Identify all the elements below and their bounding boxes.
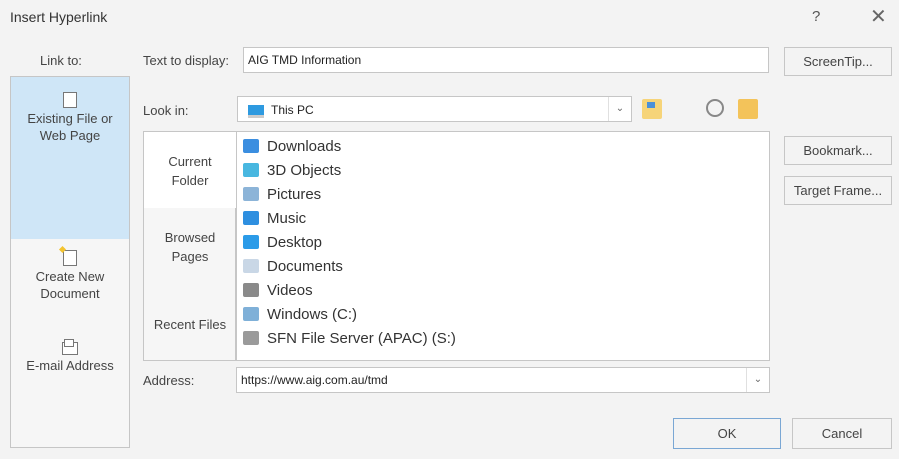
download-arrow-icon (243, 139, 259, 153)
sidebar-item-label: Existing File or Web Page (27, 111, 113, 143)
sidebar-item-label: Create New Document (35, 269, 105, 301)
tab-current-folder[interactable]: Current Folder (144, 132, 236, 208)
target-frame-button[interactable]: Target Frame... (784, 176, 892, 205)
view-tabs: Current Folder Browsed Pages Recent File… (143, 131, 236, 361)
file-name: 3D Objects (267, 161, 342, 179)
file-name: Downloads (267, 137, 342, 155)
file-name: Windows (C:) (267, 305, 358, 323)
web-page-icon (63, 92, 77, 108)
tab-label: Browsed Pages (164, 230, 216, 264)
list-item[interactable]: Videos (243, 278, 313, 302)
text-to-display-input[interactable]: AIG TMD Information (243, 47, 769, 73)
list-item[interactable]: Windows (C:) (243, 302, 357, 326)
help-button[interactable]: ? (812, 8, 820, 25)
tab-label: Recent Files (153, 317, 227, 332)
computer-icon (248, 105, 264, 118)
list-item[interactable]: Desktop (243, 230, 322, 254)
link-to-label: Link to: (40, 53, 82, 68)
music-note-icon (243, 211, 259, 225)
file-name: SFN File Server (APAC) (S:) (267, 329, 456, 347)
look-in-value: This PC (271, 103, 314, 117)
file-name: Videos (267, 281, 313, 299)
file-name: Documents (267, 257, 343, 275)
address-label: Address: (143, 373, 195, 388)
sidebar-item-create-new[interactable]: Create New Document (11, 250, 129, 320)
list-item[interactable]: Pictures (243, 182, 321, 206)
network-drive-icon (243, 331, 259, 345)
chevron-down-icon[interactable]: ⌄ (746, 368, 769, 392)
address-value: https://www.aig.com.au/tmd (241, 373, 388, 387)
film-icon (243, 283, 259, 297)
drive-icon (243, 307, 259, 321)
sidebar-item-existing-file[interactable]: Existing File or Web Page (11, 77, 129, 239)
list-item[interactable]: Downloads (243, 134, 341, 158)
tab-recent-files[interactable]: Recent Files (144, 315, 236, 345)
cube-icon (243, 163, 259, 177)
ok-button[interactable]: OK (673, 418, 781, 449)
file-list[interactable]: Downloads 3D Objects Pictures Music Desk… (236, 131, 770, 361)
close-icon[interactable]: ✕ (870, 4, 887, 28)
look-in-select[interactable]: This PC ⌄ (237, 96, 632, 122)
folder-up-icon[interactable] (642, 99, 662, 119)
sidebar-item-label: E-mail Address (26, 358, 114, 373)
folder-open-icon[interactable] (738, 99, 758, 119)
desktop-icon (243, 235, 259, 249)
tab-browsed-pages[interactable]: Browsed Pages (144, 228, 236, 288)
list-item[interactable]: 3D Objects (243, 158, 341, 182)
pictures-icon (243, 187, 259, 201)
web-search-icon[interactable] (706, 99, 724, 117)
look-in-label: Look in: (143, 103, 189, 118)
screentip-button[interactable]: ScreenTip... (784, 47, 892, 76)
list-item[interactable]: SFN File Server (APAC) (S:) (243, 326, 456, 350)
sidebar-item-email[interactable]: E-mail Address (11, 339, 129, 389)
bookmark-button[interactable]: Bookmark... (784, 136, 892, 165)
email-icon (62, 339, 78, 355)
text-to-display-label: Text to display: (143, 53, 229, 68)
link-to-sidebar: Existing File or Web Page Create New Doc… (10, 76, 130, 448)
chevron-down-icon[interactable]: ⌄ (608, 97, 631, 121)
documents-icon (243, 259, 259, 273)
address-input[interactable]: https://www.aig.com.au/tmd ⌄ (236, 367, 770, 393)
dialog-title: Insert Hyperlink (10, 9, 108, 25)
new-document-icon (63, 250, 77, 266)
file-name: Pictures (267, 185, 322, 203)
list-item[interactable]: Music (243, 206, 306, 230)
list-item[interactable]: Documents (243, 254, 343, 278)
file-name: Desktop (267, 233, 323, 251)
tab-label: Current Folder (168, 154, 212, 188)
cancel-button[interactable]: Cancel (792, 418, 892, 449)
file-name: Music (267, 209, 307, 227)
